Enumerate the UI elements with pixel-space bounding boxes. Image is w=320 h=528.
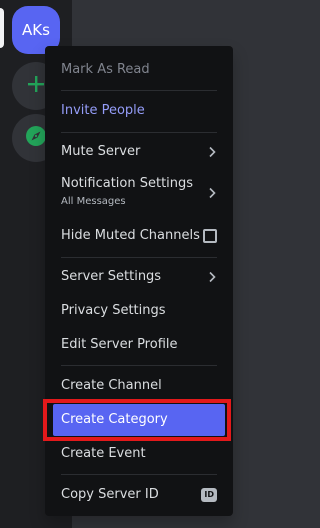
selected-server-indicator — [0, 8, 4, 48]
menu-item-notification-settings[interactable]: Notification Settings All Messages — [53, 173, 225, 213]
checkbox-icon[interactable] — [203, 229, 217, 243]
menu-item-create-event[interactable]: Create Event — [53, 438, 225, 470]
menu-divider — [61, 474, 217, 475]
menu-item-mute-server[interactable]: Mute Server — [53, 136, 225, 168]
menu-divider — [61, 365, 217, 366]
chevron-right-icon — [207, 146, 217, 158]
menu-item-hide-muted-channels[interactable]: Hide Muted Channels — [53, 220, 225, 252]
menu-item-create-channel[interactable]: Create Channel — [53, 370, 225, 402]
menu-item-label: Copy Server ID — [61, 487, 159, 502]
menu-item-label: Hide Muted Channels — [61, 228, 200, 243]
menu-item-label: Notification Settings — [61, 176, 194, 191]
chevron-right-icon — [207, 271, 217, 283]
menu-item-mark-as-read[interactable]: Mark As Read — [53, 54, 225, 86]
menu-item-create-category[interactable]: Create Category — [53, 404, 225, 436]
menu-item-invite-people[interactable]: Invite People — [53, 95, 225, 127]
id-icon: ID — [201, 488, 217, 502]
menu-item-label: Invite People — [61, 103, 145, 118]
plus-icon — [26, 74, 46, 98]
menu-divider — [61, 257, 217, 258]
chevron-right-icon — [207, 187, 217, 199]
server-context-menu: Mark As Read Invite People Mute Server N… — [45, 46, 233, 516]
menu-item-label: Server Settings — [61, 269, 162, 284]
menu-item-label: Create Channel — [61, 378, 162, 393]
menu-item-copy-server-id[interactable]: Copy Server ID ID — [53, 479, 225, 511]
server-initials: AKs — [22, 21, 50, 39]
menu-divider — [61, 90, 217, 91]
menu-divider — [61, 132, 217, 133]
menu-item-label: Edit Server Profile — [61, 337, 178, 352]
menu-item-label: Privacy Settings — [61, 303, 166, 318]
menu-item-label: Create Category — [61, 412, 168, 427]
notification-setting-value: All Messages — [61, 196, 126, 207]
menu-item-label: Mute Server — [61, 144, 141, 159]
menu-item-edit-server-profile[interactable]: Edit Server Profile — [53, 329, 225, 361]
menu-item-label: Mark As Read — [61, 62, 150, 77]
menu-item-server-settings[interactable]: Server Settings — [53, 261, 225, 293]
menu-item-label: Create Event — [61, 446, 146, 461]
menu-item-privacy-settings[interactable]: Privacy Settings — [53, 295, 225, 327]
